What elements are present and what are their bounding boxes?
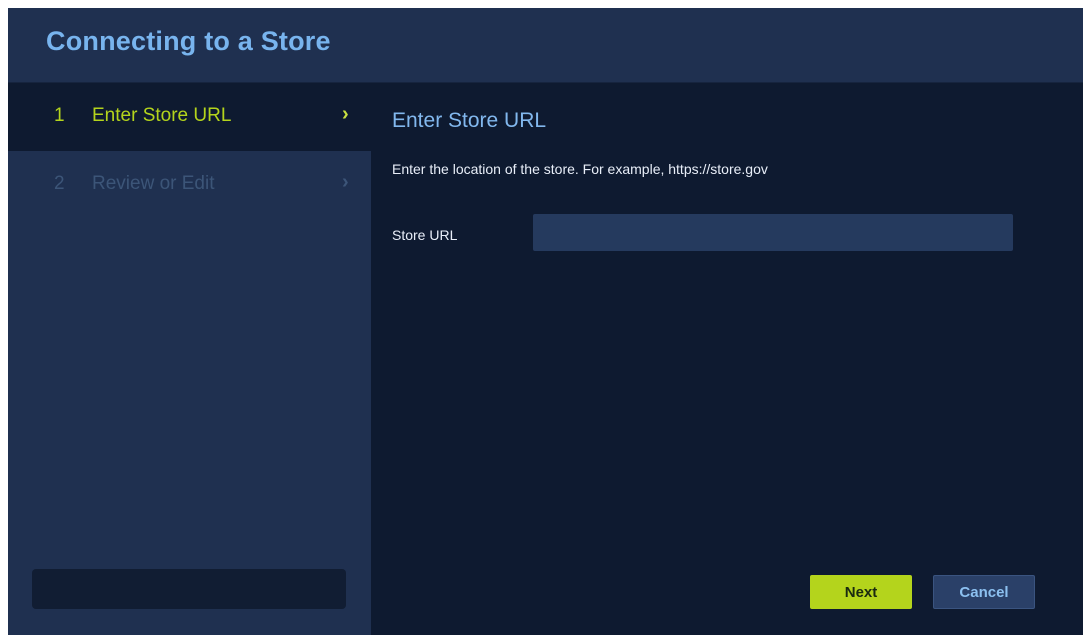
chevron-right-icon: › [342, 171, 349, 193]
dialog-titlebar: Connecting to a Store [8, 8, 1083, 83]
connect-store-dialog: Connecting to a Store 1 Enter Store URL … [8, 8, 1083, 635]
step-enter-store-url[interactable]: 1 Enter Store URL › [8, 83, 371, 151]
step-label: Enter Store URL [92, 105, 232, 126]
step-label: Review or Edit [92, 173, 215, 194]
sidebar-status-box [32, 569, 346, 609]
store-url-input[interactable] [533, 214, 1013, 251]
step-number: 1 [54, 105, 65, 126]
step-heading: Enter Store URL [392, 109, 547, 132]
wizard-steps-sidebar: 1 Enter Store URL › 2 Review or Edit › [8, 83, 371, 635]
store-url-label: Store URL [392, 227, 458, 243]
chevron-right-icon: › [342, 103, 349, 125]
step-content-panel: Enter Store URL Enter the location of th… [371, 83, 1083, 635]
next-button[interactable]: Next [810, 575, 912, 609]
step-number: 2 [54, 173, 65, 194]
step-review-or-edit[interactable]: 2 Review or Edit › [8, 151, 371, 219]
cancel-button[interactable]: Cancel [933, 575, 1035, 609]
dialog-title: Connecting to a Store [46, 26, 331, 56]
step-description: Enter the location of the store. For exa… [392, 161, 768, 177]
